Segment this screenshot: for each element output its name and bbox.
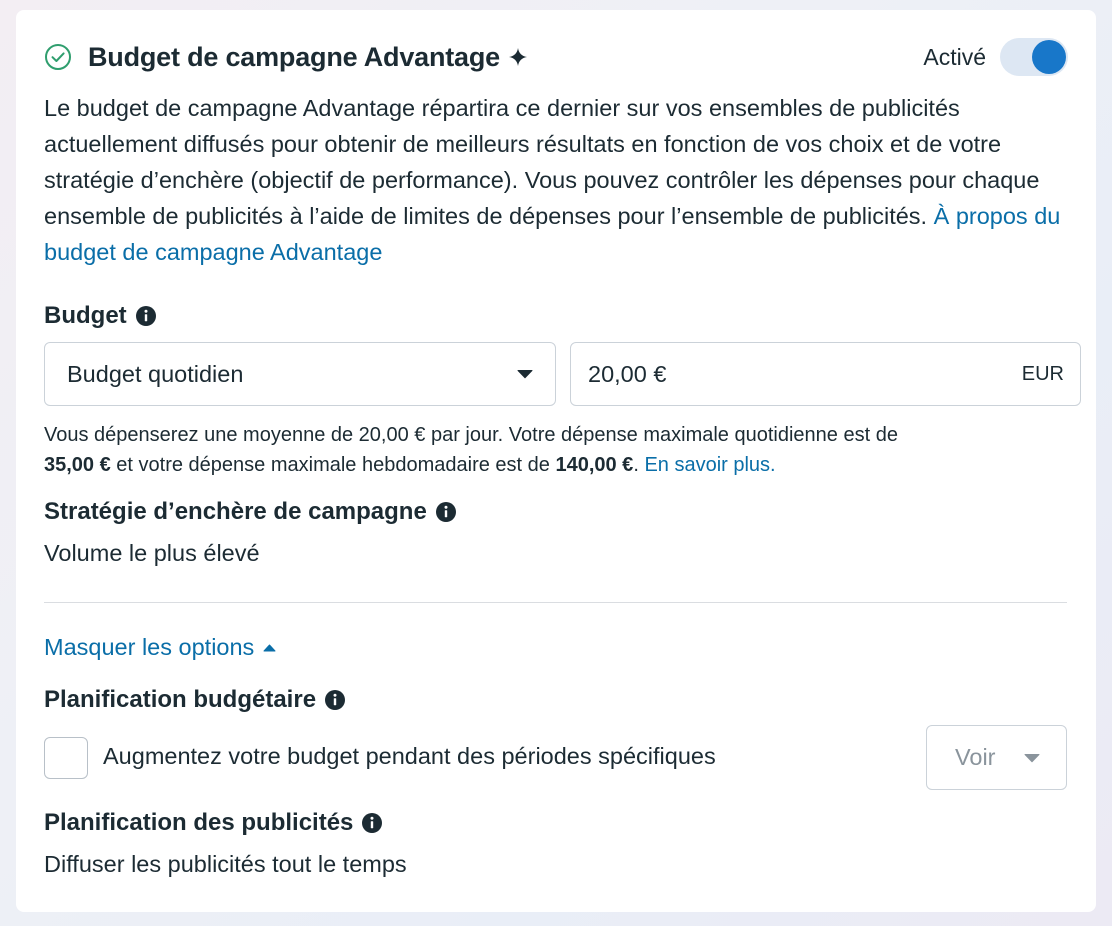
budget-note-part2: et votre dépense maximale hebdomadaire e… (116, 454, 550, 476)
description: Le budget de campagne Advantage répartir… (44, 90, 1074, 270)
card-title: Budget de campagne Advantage (88, 41, 500, 72)
budget-type-value: Budget quotidien (67, 360, 244, 387)
budget-type-select[interactable]: Budget quotidien (44, 342, 556, 406)
card-header: Budget de campagne Advantage Activé (44, 38, 1068, 76)
toggle-label: Activé (923, 43, 986, 70)
toggle-knob (1032, 40, 1066, 74)
campaign-budget-card: Budget de campagne Advantage Activé Le b… (16, 10, 1096, 912)
caret-up-icon (263, 644, 276, 652)
budget-amount-input[interactable] (588, 360, 1022, 388)
budget-note: Vous dépenserez une moyenne de 20,00 € p… (44, 424, 898, 476)
hide-options-link[interactable]: Masquer les options (44, 634, 276, 661)
learn-more-link[interactable]: En savoir plus. (644, 454, 775, 476)
active-toggle-group: Activé (923, 38, 1068, 76)
advantage-budget-toggle[interactable] (1000, 38, 1068, 76)
check-circle-icon (44, 43, 72, 71)
view-schedule-button[interactable]: Voir (926, 725, 1067, 790)
bid-strategy-label: Stratégie d’enchère de campagne (44, 498, 427, 525)
caret-down-icon (517, 369, 533, 379)
budget-scheduling-label-row: Planification budgétaire (44, 686, 346, 714)
sparkle-icon (508, 47, 528, 67)
ad-scheduling-value: Diffuser les publicités tout le temps (44, 851, 407, 877)
budget-note-weekly-max: 140,00 € (555, 454, 634, 476)
info-icon[interactable] (361, 812, 383, 834)
increase-budget-label: Augmentez votre budget pendant des pério… (103, 743, 716, 769)
description-text: Le budget de campagne Advantage répartir… (44, 95, 1040, 229)
budget-amount-field[interactable]: EUR (570, 342, 1081, 406)
budget-note-part1: Vous dépenserez une moyenne de 20,00 € p… (44, 424, 898, 446)
section-divider (44, 602, 1067, 603)
budget-note-daily-max: 35,00 € (44, 454, 111, 476)
hide-options-label: Masquer les options (44, 634, 255, 660)
info-icon[interactable] (324, 689, 346, 711)
bid-strategy-value: Volume le plus élevé (44, 540, 260, 566)
budget-label-row: Budget (44, 302, 157, 330)
budget-label: Budget (44, 302, 127, 329)
increase-budget-checkbox[interactable] (44, 737, 88, 779)
caret-down-icon (1024, 753, 1040, 763)
info-icon[interactable] (135, 305, 157, 327)
ad-scheduling-label-row: Planification des publicités (44, 809, 383, 837)
info-icon[interactable] (435, 501, 457, 523)
ad-scheduling-label: Planification des publicités (44, 809, 354, 836)
bid-strategy-label-row: Stratégie d’enchère de campagne (44, 498, 457, 526)
budget-scheduling-label: Planification budgétaire (44, 686, 317, 713)
view-schedule-label: Voir (955, 744, 996, 770)
currency-label: EUR (1021, 362, 1064, 385)
